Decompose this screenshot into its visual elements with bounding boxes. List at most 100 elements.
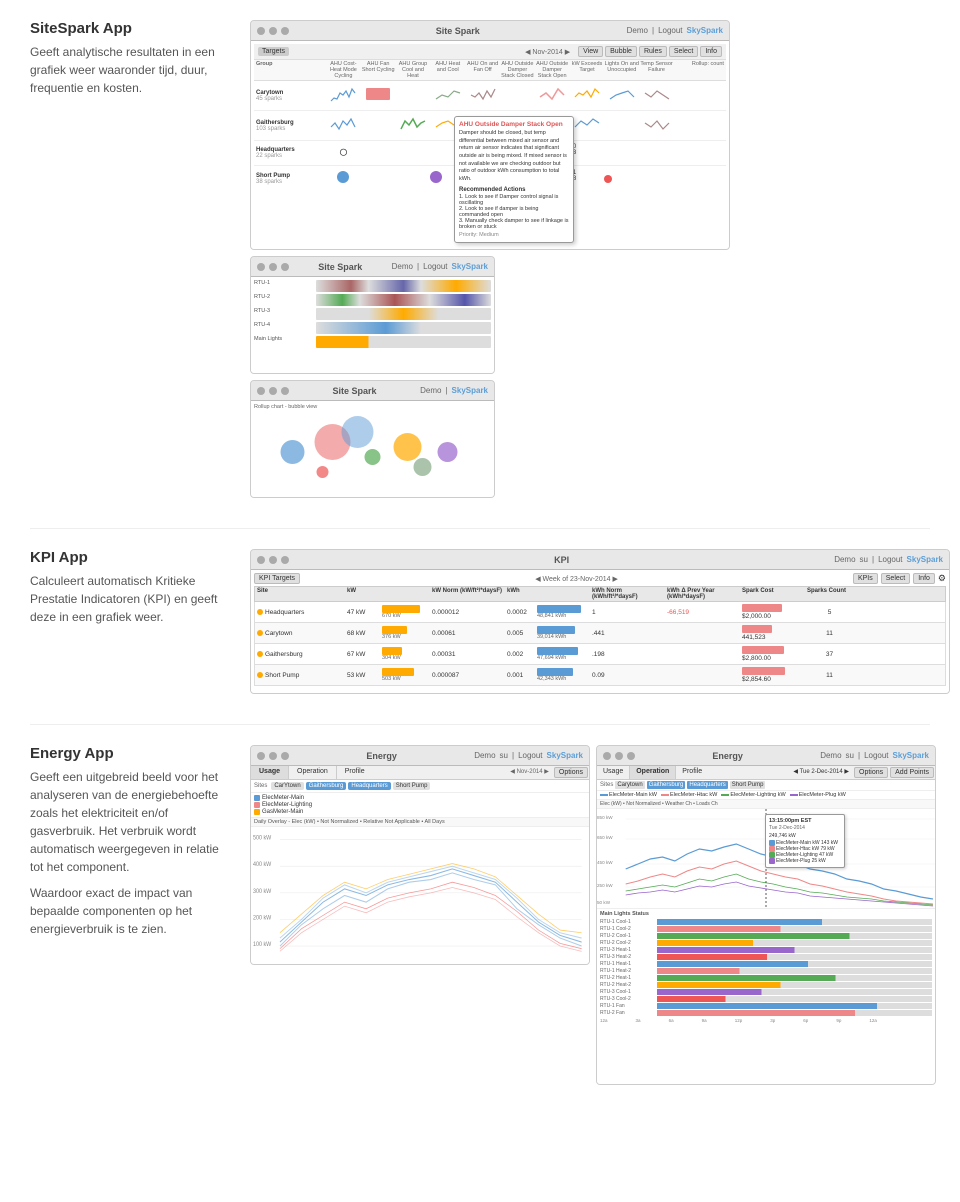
table-row: Gaithersburg103 sparks xyxy=(254,111,726,141)
detail-site-shortpump[interactable]: Short Pump xyxy=(730,781,766,789)
energy-detail-tabs: Usage Operation Profile ◀ Tue 2-Dec-2014… xyxy=(597,766,935,780)
kpi-row-gaithersburg: Gaithersburg 67 kW 304 kW 0.00031 0.002 … xyxy=(254,644,946,665)
svg-text:450 kW: 450 kW xyxy=(597,860,613,865)
svg-text:500 kW: 500 kW xyxy=(253,835,272,842)
svg-text:200 kW: 200 kW xyxy=(253,915,272,922)
chrome-secondary: Site Spark Demo | Logout SkySpark xyxy=(251,257,494,277)
detail-options-btn[interactable]: Options xyxy=(854,767,888,778)
energy-options-btn[interactable]: Options xyxy=(554,767,588,778)
sitespark-right-col: Site Spark Demo | Logout SkySpark RTU-1 xyxy=(250,256,495,498)
detail-tab-profile[interactable]: Profile xyxy=(676,766,708,779)
svg-text:100 kW: 100 kW xyxy=(253,942,272,949)
chrome-close xyxy=(257,27,265,35)
detail-site-headquarters[interactable]: Headquarters xyxy=(687,781,727,789)
btn-bubble[interactable]: Bubble xyxy=(605,46,637,57)
detail-date-nav[interactable]: ◀ Tue 2-Dec-2014 ▶ xyxy=(789,766,853,779)
btn-rules[interactable]: Rules xyxy=(639,46,667,57)
detail-load-bars: Main Lights Status RTU-1 Cool-1 RTU-1 Co… xyxy=(597,909,935,1084)
kpi-title: KPI App xyxy=(30,549,220,566)
table-row: Carytown45 sparks xyxy=(254,81,726,111)
btn-info[interactable]: Info xyxy=(700,46,722,57)
kpi-screenshots: KPI Demo su | Logout SkySpark KPI Target… xyxy=(250,549,950,694)
energy-date-nav[interactable]: ◀ Nov-2014 ▶ xyxy=(506,766,553,779)
energy-body2: Waardoor exact de impact van bepaalde co… xyxy=(30,884,220,938)
svg-text:50 kW: 50 kW xyxy=(597,900,611,905)
tab-profile[interactable]: Profile xyxy=(337,766,373,779)
nav-targets[interactable]: Targets xyxy=(258,47,289,56)
btn-select[interactable]: Select xyxy=(669,46,698,57)
svg-text:300 kW: 300 kW xyxy=(253,888,272,895)
svg-text:250 kW: 250 kW xyxy=(597,883,613,888)
page-container: SiteSpark App Geeft analytische resultat… xyxy=(0,0,960,1135)
energy-detail-screenshot: Energy Demo su | Logout SkySpark Usage xyxy=(596,745,936,1085)
energy-title: Energy App xyxy=(30,745,220,762)
chrome-min xyxy=(269,27,277,35)
divider-1 xyxy=(30,528,930,529)
sitespark-chrome-title: Site Spark xyxy=(293,26,623,36)
site-carytown[interactable]: CarYtown xyxy=(271,782,303,790)
energy-chrome: Energy Demo su | Logout SkySpark xyxy=(251,746,589,766)
sitespark-section: SiteSpark App Geeft analytische resultat… xyxy=(30,20,930,498)
sitespark-navbar: Targets ◀ Nov-2014 ▶ View Bubble Rules S… xyxy=(254,44,726,60)
kpi-info-btn[interactable]: Info xyxy=(913,573,935,584)
divider-2 xyxy=(30,724,930,725)
overlay-label: Daily Overlay - Elec (kW) • Not Normaliz… xyxy=(251,818,589,827)
bubble-chart-svg xyxy=(254,412,491,492)
detail-sites-row: Sites Carytown Gaithersburg Headquarters… xyxy=(597,780,935,791)
tooltip-popup: AHU Outside Damper Stack Open Damper sho… xyxy=(454,116,574,243)
energy-chart-area: 500 kW 400 kW 300 kW 200 kW 100 kW xyxy=(251,827,589,964)
detail-main-chart: 850 kW 650 kW 450 kW 250 kW 50 kW xyxy=(597,809,935,909)
sitespark-body: Geeft analytische resultaten in een graf… xyxy=(30,43,220,97)
chrome-max xyxy=(281,27,289,35)
detail-tab-operation[interactable]: Operation xyxy=(630,766,676,779)
sitespark-title: SiteSpark App xyxy=(30,20,220,37)
site-gaithersburg[interactable]: Gaithersburg xyxy=(306,782,347,790)
kpi-section: KPI App Calculeert automatisch Kritieke … xyxy=(30,549,930,694)
kpi-targets-btn[interactable]: KPI Targets xyxy=(254,573,300,584)
kpi-select-btn[interactable]: Select xyxy=(881,573,910,584)
energy-top-row: Energy Demo su | Logout SkySpark Usage xyxy=(250,745,936,1085)
energy-text: Energy App Geeft een uitgebreid beeld vo… xyxy=(30,745,230,938)
energy-detail-chrome: Energy Demo su | Logout SkySpark xyxy=(597,746,935,766)
nav-date[interactable]: ◀ Nov-2014 ▶ xyxy=(525,48,570,56)
chrome-btns: Demo | Logout SkySpark xyxy=(627,26,723,35)
tab-usage[interactable]: Usage xyxy=(251,766,289,779)
detail-legend: ElecMeter-Main kW ElecMeter-Htac kW Elec… xyxy=(597,791,935,800)
kpi-date-nav[interactable]: ◀ Week of 23-Nov-2014 ▶ xyxy=(535,575,618,583)
site-short-pump[interactable]: Short Pump xyxy=(393,782,431,790)
detail-tab-usage[interactable]: Usage xyxy=(597,766,630,779)
kpi-row-headquarters: Headquarters 47 kW 670 kW 0.000012 0.000… xyxy=(254,602,946,623)
sitespark-screenshots: Site Spark Demo | Logout SkySpark Target… xyxy=(250,20,930,498)
kpi-kpis-btn[interactable]: KPIs xyxy=(853,573,878,584)
energy-sites-row: Sites CarYtown Gaithersburg Headquarters… xyxy=(251,780,589,793)
energy-meters-legend: ElecMeter-Main ElecMeter-Lighting GasMet… xyxy=(251,793,589,818)
energy-main-screenshot: Energy Demo su | Logout SkySpark Usage xyxy=(250,745,590,965)
sitespark-chrome: Site Spark Demo | Logout SkySpark xyxy=(251,21,729,41)
site-headquarters[interactable]: Headquarters xyxy=(348,782,390,790)
svg-text:850 kW: 850 kW xyxy=(597,815,613,820)
btn-view[interactable]: View xyxy=(578,46,603,57)
sitespark-main-screenshot: Site Spark Demo | Logout SkySpark Target… xyxy=(250,20,730,250)
sitespark-secondary-screenshot: Site Spark Demo | Logout SkySpark RTU-1 xyxy=(250,256,495,374)
kpi-row-carytown: Carytown 68 kW 376 kW 0.00061 0.005 39,0… xyxy=(254,623,946,644)
kpi-gear-icon[interactable]: ⚙ xyxy=(938,573,946,584)
energy-section: Energy App Geeft een uitgebreid beeld vo… xyxy=(30,745,930,1085)
kpi-text: KPI App Calculeert automatisch Kritieke … xyxy=(30,549,230,626)
kpi-chrome: KPI Demo su | Logout SkySpark xyxy=(251,550,949,570)
svg-text:650 kW: 650 kW xyxy=(597,835,613,840)
detail-site-carytown[interactable]: Carytown xyxy=(615,781,644,789)
kpi-table-header: Site kW kW Norm (kW/ft²/*daysF) kWh kWh … xyxy=(254,586,946,602)
tab-operation[interactable]: Operation xyxy=(289,766,337,779)
svg-text:400 kW: 400 kW xyxy=(253,862,272,869)
kpi-row-shortpump: Short Pump 53 kW 503 kW 0.000087 0.001 4… xyxy=(254,665,946,686)
detail-tooltip: 13:15:00pm EST Tue 2-Dec-2014 249,746 kW… xyxy=(765,814,845,868)
sitespark-text: SiteSpark App Geeft analytische resultat… xyxy=(30,20,230,97)
kpi-body: Calculeert automatisch Kritieke Prestati… xyxy=(30,572,220,626)
time-axis: 12a 3a 6a 9a 12p 3p 6p 9p 12a xyxy=(600,1018,932,1023)
detail-site-gaithersburg[interactable]: Gaithersburg xyxy=(647,781,686,789)
energy-body1: Geeft een uitgebreid beeld voor het anal… xyxy=(30,768,220,876)
detail-addpoints-btn[interactable]: Add Points xyxy=(890,767,934,778)
table-headers: Group AHU Cost-Heat Mode Cycling AHU Fan… xyxy=(254,60,726,81)
sitespark-tertiary-screenshot: Site Spark Demo | SkySpark Rollup chart … xyxy=(250,380,495,498)
energy-tabs: Usage Operation Profile ◀ Nov-2014 ▶ Opt… xyxy=(251,766,589,780)
